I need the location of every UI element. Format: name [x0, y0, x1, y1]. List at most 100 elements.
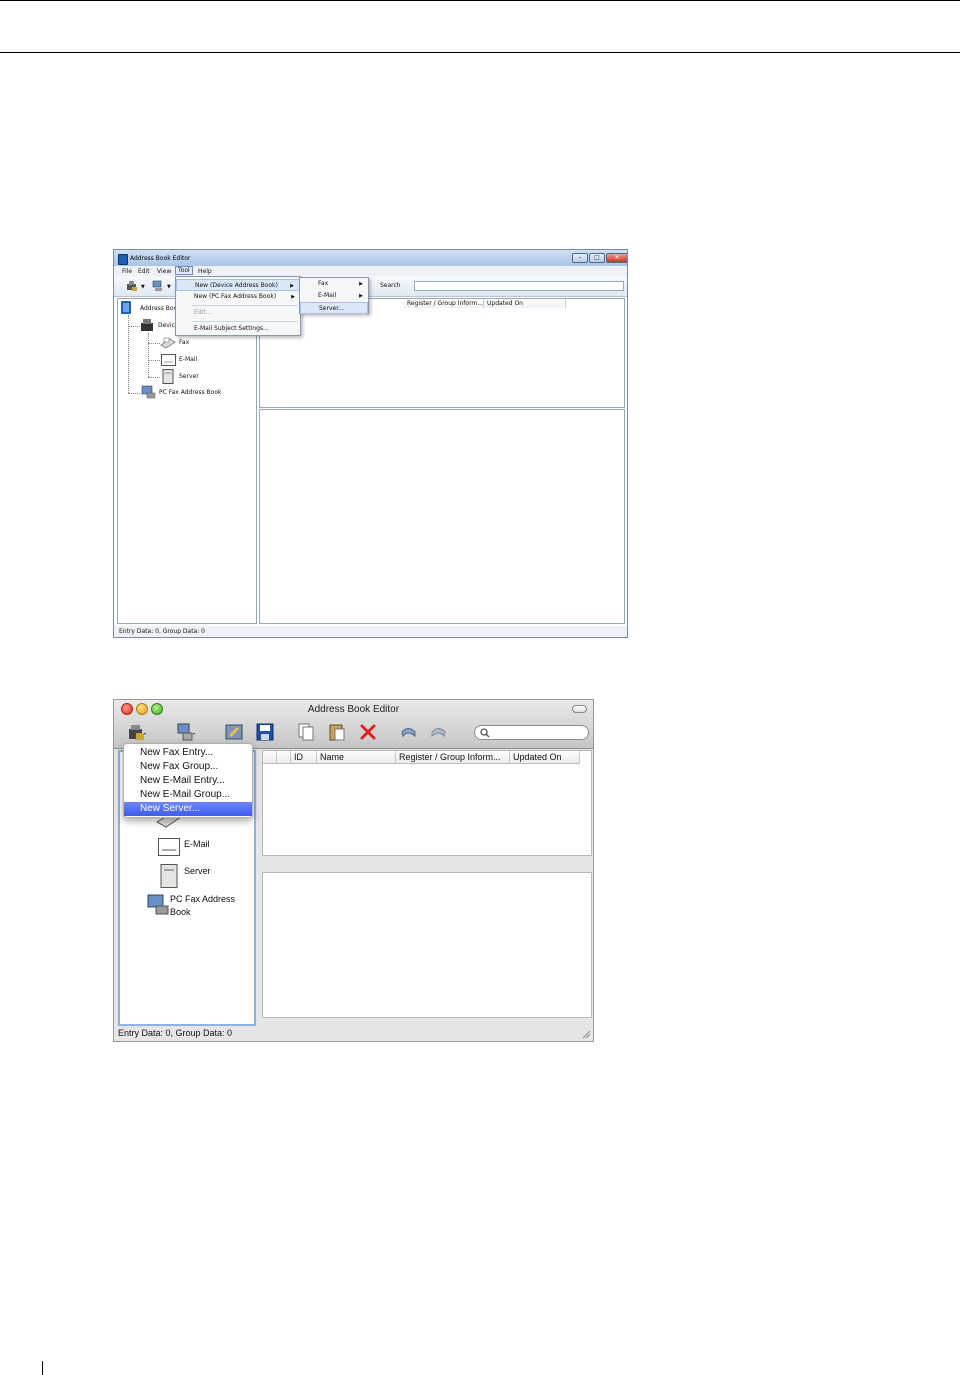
menu-item-new-device-address-book[interactable]: New (Device Address Book) ▶: [176, 279, 300, 291]
tree-node-server[interactable]: Server: [179, 373, 199, 380]
menu-item-new-email-group[interactable]: New E-Mail Group...: [124, 788, 252, 802]
search-icon: [480, 728, 490, 738]
status-bar: Entry Data: 0, Group Data: 0: [114, 626, 627, 637]
tree-node-fax[interactable]: Fax: [179, 339, 189, 346]
tree-node-pc-fax-address-book[interactable]: PC Fax Address: [170, 894, 235, 904]
menu-separator: [192, 321, 298, 322]
new-device-address-icon[interactable]: [127, 722, 147, 742]
window-title: Address Book Editor: [307, 704, 400, 715]
header-rule: [0, 52, 960, 53]
column-header-register[interactable]: Register / Group Inform...: [396, 751, 510, 764]
undo-icon[interactable]: [398, 722, 418, 742]
column-header-updated-on[interactable]: Updated On: [484, 299, 566, 308]
tree-node-server[interactable]: Server: [184, 866, 211, 876]
new-pc-fax-address-icon[interactable]: [152, 280, 164, 292]
copy-icon[interactable]: [296, 722, 316, 742]
email-icon: [161, 354, 176, 366]
tree-line: [148, 333, 149, 377]
redo-icon[interactable]: [429, 722, 449, 742]
tree-node-pc-fax-address-book[interactable]: PC Fax Address Book: [159, 389, 221, 396]
edit-icon[interactable]: [224, 722, 244, 742]
menu-item-new-fax-group[interactable]: New Fax Group...: [124, 760, 252, 774]
tree-line: [148, 360, 160, 361]
server-icon: [160, 864, 178, 888]
menu-tool[interactable]: Tool: [175, 266, 193, 275]
menu-help[interactable]: Help: [198, 268, 212, 275]
mac-app-window: Address Book Editor E-Mail Server PC Fax…: [113, 699, 594, 1042]
title-bar: Address Book Editor: [114, 700, 593, 749]
submenu-item-email[interactable]: E-Mail ▶: [300, 290, 368, 302]
address-book-icon: [121, 301, 131, 314]
menu-item-new-fax-entry[interactable]: New Fax Entry...: [124, 746, 252, 760]
save-icon[interactable]: [255, 722, 275, 742]
chevron-down-icon[interactable]: ▼: [141, 284, 145, 290]
printer-icon: [141, 319, 153, 331]
submenu-item-fax[interactable]: Fax ▶: [300, 278, 368, 290]
column-header-updated-on[interactable]: Updated On: [510, 751, 580, 764]
window-title: Address Book Editor: [130, 255, 191, 262]
detail-pane: [262, 872, 592, 1018]
minimize-button[interactable]: –: [572, 253, 588, 263]
new-device-address-icon[interactable]: [126, 280, 138, 292]
menu-file[interactable]: File: [122, 268, 132, 275]
pc-fax-icon: [147, 894, 169, 915]
paste-icon[interactable]: [327, 722, 347, 742]
tree-line: [148, 343, 160, 344]
entry-list: Register / Group Inform... Updated On: [259, 298, 625, 408]
column-header-entry-icon[interactable]: [263, 751, 277, 764]
column-header-id[interactable]: ID: [291, 751, 317, 764]
windows-app-window: Address Book Editor – □ ✕ File Edit View…: [113, 249, 628, 638]
column-header-name[interactable]: Name: [317, 751, 396, 764]
tree-node-device[interactable]: Devic: [158, 322, 175, 329]
email-icon: [158, 838, 180, 856]
toolbar-toggle-button[interactable]: [572, 705, 587, 713]
fax-icon: [160, 337, 176, 349]
menu-item-new-email-entry[interactable]: New E-Mail Entry...: [124, 774, 252, 788]
search-input[interactable]: [474, 725, 589, 740]
menu-item-new-pc-fax-address-book[interactable]: New (PC Fax Address Book) ▶: [176, 291, 300, 303]
column-header-group-icon[interactable]: [277, 751, 291, 764]
tree-line: [128, 393, 140, 394]
menu-separator: [192, 305, 298, 306]
new-pc-fax-address-icon[interactable]: [176, 722, 196, 742]
menu-bar: File Edit View Tool Help: [114, 266, 627, 276]
tool-menu: New (Device Address Book) ▶ New (PC Fax …: [175, 276, 301, 336]
submenu-arrow-icon: ▶: [359, 293, 363, 299]
title-bar: Address Book Editor – □ ✕: [114, 250, 627, 266]
menu-view[interactable]: View: [157, 268, 171, 275]
search-button[interactable]: Search: [380, 282, 401, 289]
top-rule: [0, 0, 960, 1]
status-bar: Entry Data: 0, Group Data: 0: [118, 1028, 233, 1038]
delete-icon[interactable]: [358, 722, 378, 742]
chevron-down-icon[interactable]: ▼: [167, 284, 171, 290]
maximize-button[interactable]: □: [589, 253, 605, 263]
server-icon: [162, 369, 174, 384]
tree-node-pc-fax-address-book-line2[interactable]: Book: [170, 907, 191, 917]
column-header-register[interactable]: Register / Group Inform...: [404, 299, 484, 308]
entry-list: ID Name Register / Group Inform... Updat…: [262, 750, 592, 856]
tree-line: [148, 377, 160, 378]
search-input[interactable]: [414, 281, 624, 291]
tree-node-email[interactable]: E-Mail: [184, 839, 210, 849]
menu-edit[interactable]: Edit: [138, 268, 150, 275]
submenu-item-server[interactable]: Server...: [300, 302, 368, 314]
submenu-arrow-icon: ▶: [291, 294, 295, 300]
new-device-submenu: Fax ▶ E-Mail ▶ Server...: [299, 277, 369, 314]
submenu-arrow-icon: ▶: [359, 281, 363, 287]
menu-item-label: Fax: [318, 280, 329, 287]
footer-mark: [42, 1361, 43, 1375]
resize-grip-icon[interactable]: [582, 1030, 591, 1039]
close-button[interactable]: ✕: [606, 253, 627, 263]
app-icon: [118, 254, 128, 265]
menu-item-label: New (Device Address Book): [195, 282, 278, 289]
detail-pane: [259, 409, 625, 624]
pane-splitter[interactable]: [262, 860, 592, 868]
tree-node-email[interactable]: E-Mail: [179, 356, 197, 363]
tree-line: [128, 326, 140, 327]
menu-item-label: E-Mail: [318, 292, 337, 299]
address-book-tree: Address Book Devic Fax E-Mail Server PC …: [117, 298, 257, 624]
menu-item-edit[interactable]: Edit...: [176, 307, 300, 319]
menu-item-new-server[interactable]: New Server...: [124, 802, 252, 816]
menu-item-email-subject-settings[interactable]: E-Mail Subject Settings...: [176, 323, 300, 335]
menu-item-label: New (PC Fax Address Book): [194, 293, 277, 300]
